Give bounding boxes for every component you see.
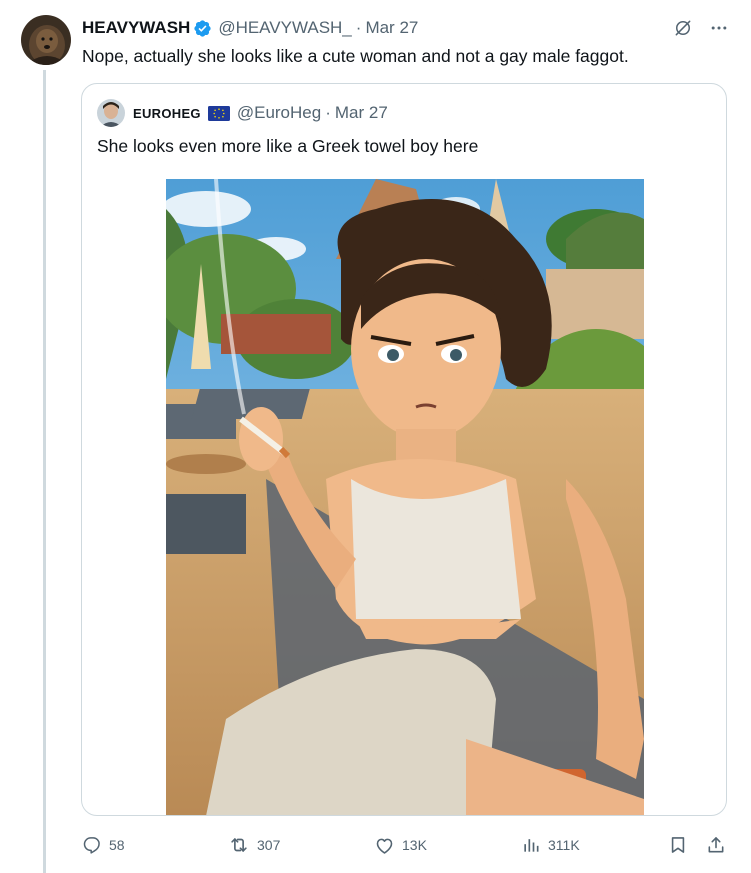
separator-dot: · — [355, 18, 362, 37]
grok-icon[interactable] — [673, 18, 693, 38]
author-name[interactable]: HEAVYWASH — [82, 18, 190, 38]
like-button[interactable]: 13K — [374, 832, 427, 858]
repost-icon — [228, 834, 250, 856]
quoted-header: EUROHEG @EuroHeg · Mar 27 — [133, 100, 388, 126]
author-avatar[interactable] — [21, 15, 71, 65]
views-count: 311K — [548, 837, 580, 853]
eu-flag-icon — [207, 105, 230, 121]
quoted-separator-dot: · — [325, 103, 331, 122]
tweet-actions-bar: 58 307 13K 311K — [82, 832, 730, 858]
repost-count: 307 — [257, 837, 281, 853]
quoted-author-name[interactable]: EUROHEG — [133, 106, 201, 121]
views-button[interactable]: 311K — [521, 832, 580, 858]
reply-button[interactable]: 58 — [82, 832, 125, 858]
views-icon — [521, 835, 541, 855]
thread-line — [43, 70, 46, 873]
reply-icon — [82, 835, 102, 855]
repost-button[interactable]: 307 — [228, 832, 280, 858]
tweet-top-actions — [673, 15, 729, 41]
verified-badge-icon — [193, 19, 212, 38]
quoted-date[interactable]: Mar 27 — [335, 103, 388, 123]
like-count: 13K — [402, 837, 427, 853]
share-button[interactable] — [706, 832, 726, 858]
reply-count: 58 — [109, 837, 125, 853]
author-handle[interactable]: @HEAVYWASH_ — [218, 18, 351, 38]
share-icon — [706, 835, 726, 855]
quoted-text: She looks even more like a Greek towel b… — [97, 136, 479, 156]
quoted-author-avatar[interactable] — [97, 99, 125, 127]
tweet-text: Nope, actually she looks like a cute wom… — [82, 46, 629, 66]
more-icon[interactable] — [709, 18, 729, 38]
tweet-header: HEAVYWASH @HEAVYWASH_ · Mar 27 — [82, 15, 418, 41]
quoted-tweet-card[interactable]: EUROHEG @EuroHeg · Mar 27 She looks even… — [81, 83, 727, 816]
bookmark-icon — [668, 835, 688, 855]
tweet-date[interactable]: Mar 27 — [365, 18, 418, 38]
quoted-author-handle[interactable]: @EuroHeg — [237, 103, 321, 123]
bookmark-button[interactable] — [668, 832, 688, 858]
like-icon — [374, 835, 395, 856]
quoted-media-image[interactable] — [166, 179, 644, 815]
